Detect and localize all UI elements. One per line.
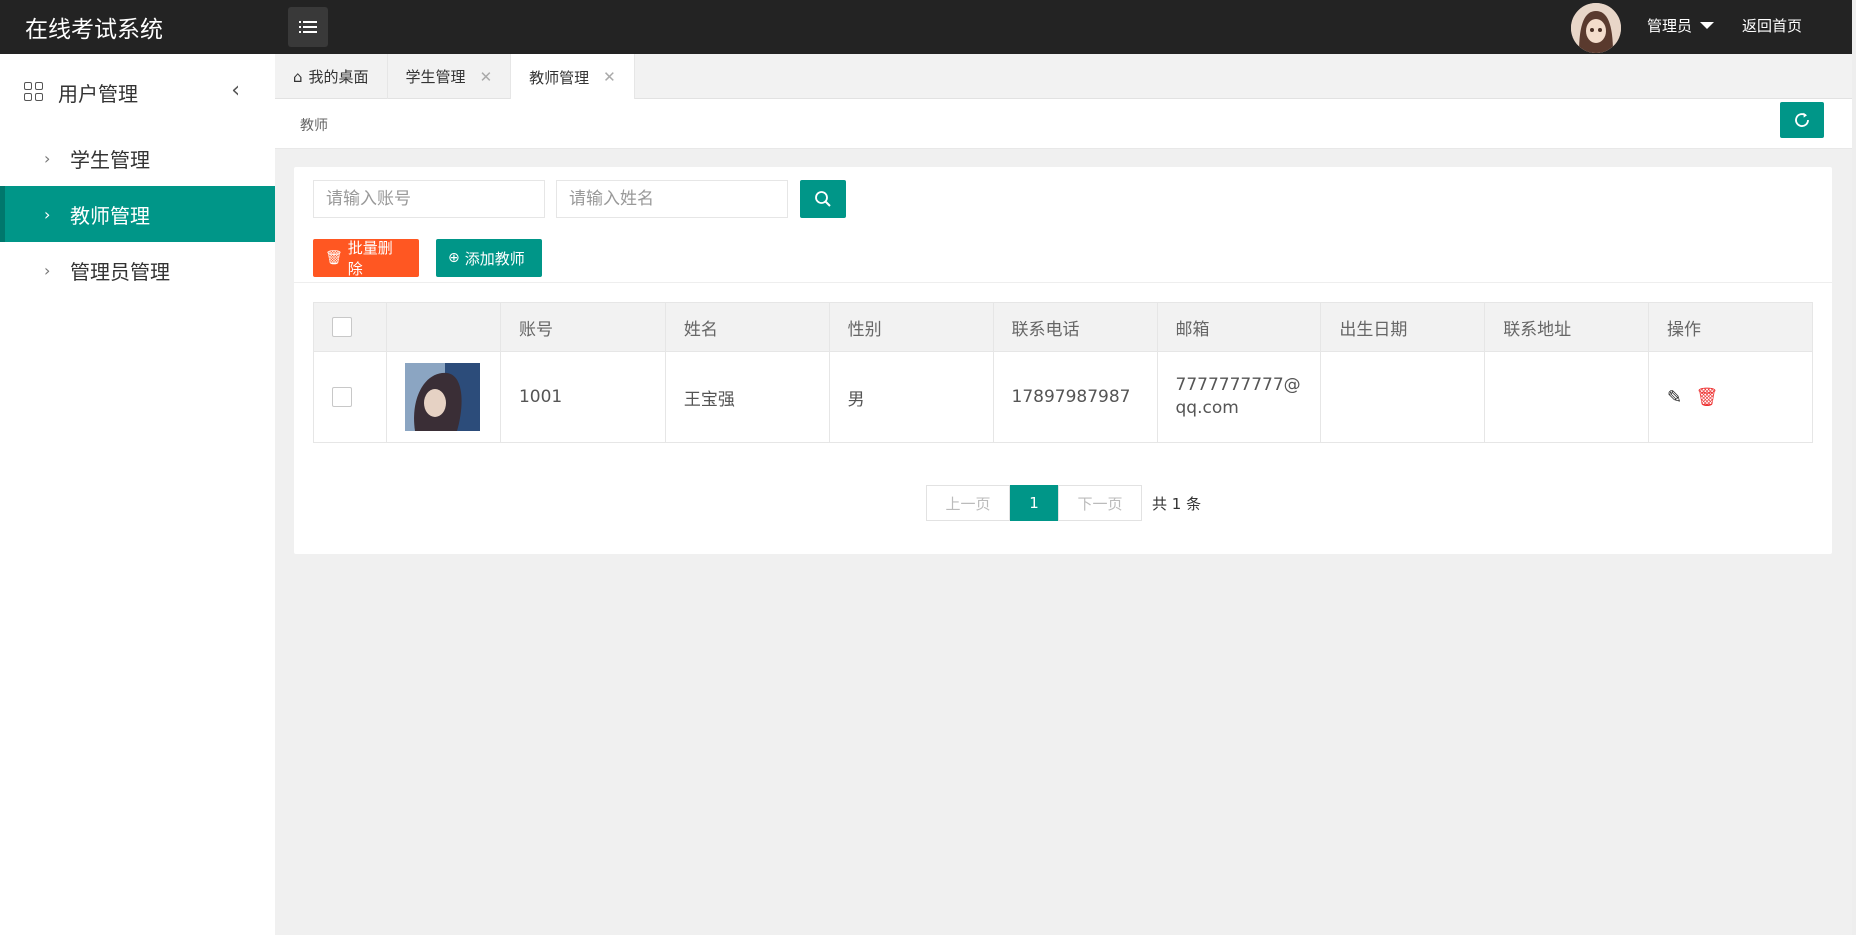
column-header: 邮箱 (1156, 302, 1322, 352)
email-text: 7777777777@qq.com (1175, 375, 1301, 418)
button-label: 批量删除 (347, 239, 393, 278)
select-all-checkbox[interactable] (332, 317, 352, 337)
sidebar-item-teacher-management[interactable]: › 教师管理 (0, 186, 275, 242)
back-home-link[interactable]: 返回首页 (1742, 15, 1802, 36)
close-icon[interactable]: ✕ (603, 68, 616, 86)
operations-cell: ✎ 🗑 (1648, 351, 1813, 443)
name-cell: 王宝强 (664, 351, 830, 443)
trash-icon: 🗑 (325, 250, 343, 266)
table-header-row: 账号 姓名 性别 联系电话 邮箱 出生日期 联系地址 操作 (313, 302, 1813, 352)
close-icon[interactable]: ✕ (480, 68, 493, 86)
breadcrumb-bar: 教师 (275, 99, 1852, 149)
row-checkbox[interactable] (332, 387, 352, 407)
chevron-right-icon: › (44, 148, 51, 168)
user-menu[interactable]: 管理员 (1647, 15, 1715, 36)
tab-desktop[interactable]: ⌂ 我的桌面 (275, 54, 388, 99)
tab-student-management[interactable]: 学生管理 ✕ (388, 54, 512, 99)
search-icon (815, 191, 831, 207)
column-header: 姓名 (664, 302, 830, 352)
account-cell: 1001 (499, 351, 666, 443)
scrollbar-thumb[interactable] (1852, 0, 1856, 935)
search-button[interactable] (800, 180, 846, 218)
select-all-cell (313, 302, 387, 352)
photo-cell (385, 351, 501, 443)
list-icon (299, 21, 317, 33)
page-scrollbar[interactable] (1852, 0, 1856, 935)
refresh-button[interactable] (1780, 102, 1824, 138)
next-page-button[interactable]: 下一页 (1058, 485, 1142, 521)
row-select-cell (313, 351, 387, 443)
pagination: 上一页 1 下一页 共 1 条 (926, 485, 1201, 521)
total-count: 共 1 条 (1152, 494, 1202, 513)
tab-label: 学生管理 (405, 68, 466, 86)
top-header: 在线考试系统 管理员 返回首页 (0, 0, 1856, 54)
chevron-right-icon: › (44, 204, 51, 224)
account-search-input[interactable]: 请输入账号 (313, 180, 545, 218)
column-header (385, 302, 501, 352)
sidebar-item-label: 教师管理 (70, 203, 150, 228)
sidebar-item-label: 学生管理 (70, 147, 150, 172)
phone-cell: 17897987987 (992, 351, 1158, 443)
home-icon: ⌂ (293, 67, 303, 86)
teacher-photo (404, 363, 480, 431)
caret-down-icon (1700, 22, 1715, 29)
name-search-input[interactable]: 请输入姓名 (556, 180, 788, 218)
current-page[interactable]: 1 (1010, 485, 1058, 521)
column-header: 联系地址 (1484, 302, 1650, 352)
column-header: 出生日期 (1320, 302, 1486, 352)
delete-icon[interactable]: 🗑 (1696, 387, 1719, 408)
placeholder: 请输入账号 (326, 189, 411, 209)
add-teacher-button[interactable]: ⊕ 添加教师 (436, 239, 542, 277)
button-label: 添加教师 (464, 249, 525, 268)
breadcrumb: 教师 (300, 118, 328, 134)
chevron-left-icon[interactable]: ‹ (231, 78, 240, 103)
birthday-cell (1320, 351, 1486, 443)
content-card: 请输入账号 请输入姓名 🗑 批量删除 ⊕ 添加教师 账号 姓名 性别 联系电话 … (294, 167, 1832, 554)
email-cell: 7777777777@qq.com (1156, 351, 1322, 443)
menu-toggle-button[interactable] (288, 7, 328, 47)
app-title: 在线考试系统 (25, 17, 163, 43)
sidebar-group-user-management[interactable]: 用户管理 ‹ (0, 54, 275, 130)
batch-delete-button[interactable]: 🗑 批量删除 (313, 239, 419, 278)
add-circle-icon: ⊕ (448, 250, 460, 266)
sidebar: 用户管理 ‹ › 学生管理 › 教师管理 › 管理员管理 (0, 54, 275, 935)
address-cell (1484, 351, 1650, 443)
prev-page-button[interactable]: 上一页 (926, 485, 1010, 521)
user-name: 管理员 (1647, 17, 1693, 35)
table-row: 1001 王宝强 男 17897987987 7777777777@qq.com… (313, 351, 1813, 443)
chevron-right-icon: › (44, 260, 51, 280)
column-header: 性别 (828, 302, 994, 352)
grid-icon (24, 82, 44, 102)
sidebar-item-student-management[interactable]: › 学生管理 (0, 130, 275, 186)
column-header: 账号 (499, 302, 666, 352)
refresh-icon (1795, 112, 1809, 127)
tab-bar: ⌂ 我的桌面 学生管理 ✕ 教师管理 ✕ (275, 54, 1852, 100)
sidebar-item-admin-management[interactable]: › 管理员管理 (0, 242, 275, 298)
tab-label: 教师管理 (529, 68, 590, 87)
sidebar-group-label: 用户管理 (58, 81, 138, 106)
tab-label: 我的桌面 (308, 68, 369, 86)
sidebar-item-label: 管理员管理 (70, 259, 170, 284)
placeholder: 请输入姓名 (569, 189, 654, 209)
gender-cell: 男 (828, 351, 994, 443)
tab-teacher-management[interactable]: 教师管理 ✕ (511, 54, 635, 100)
column-header: 联系电话 (992, 302, 1158, 352)
divider (294, 282, 1832, 283)
column-header: 操作 (1648, 302, 1813, 352)
teacher-table: 账号 姓名 性别 联系电话 邮箱 出生日期 联系地址 操作 1001 王宝强 男… (313, 302, 1813, 443)
edit-icon[interactable]: ✎ (1667, 387, 1682, 408)
avatar[interactable] (1571, 3, 1621, 53)
